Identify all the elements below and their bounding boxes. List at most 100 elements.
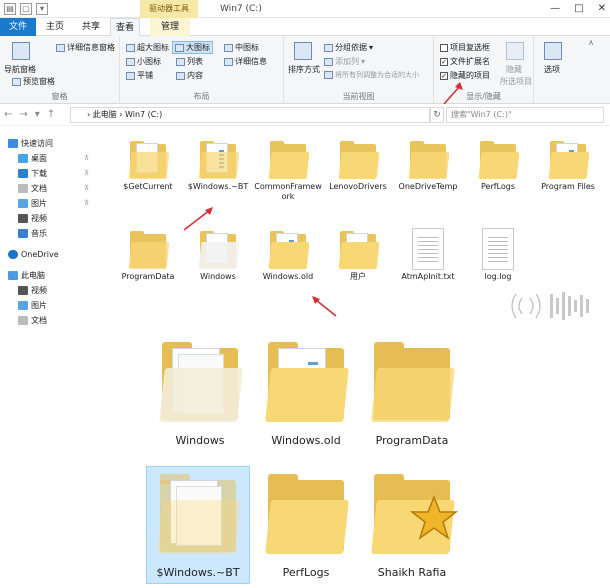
pin-icon: ⊼ xyxy=(84,169,90,177)
sidebar-item-music[interactable]: 音乐 xyxy=(18,226,47,241)
minimize-button[interactable]: — xyxy=(550,0,560,18)
computer-icon xyxy=(8,271,18,280)
zoom-item-selected[interactable]: $Windows.~BT xyxy=(148,474,248,579)
breadcrumb[interactable]: › 此电脑 › Win7 (C:) xyxy=(70,107,430,123)
group-by-button[interactable]: 分组依据 ▾ xyxy=(324,42,373,53)
add-columns-button[interactable]: 添加列 ▾ xyxy=(324,56,365,67)
sidebar-item-pc-pictures[interactable]: 图片 xyxy=(18,298,47,313)
file-item[interactable]: log.log xyxy=(462,228,534,282)
tiles-icon xyxy=(126,71,135,80)
refresh-button[interactable]: ↻ xyxy=(430,107,444,123)
star-icon xyxy=(8,139,18,148)
new-folder-icon[interactable]: ▢ xyxy=(20,3,32,15)
pin-icon: ⊼ xyxy=(84,199,90,207)
sidebar-item-quick-access[interactable]: 快速访问 xyxy=(8,136,53,151)
tiles-option[interactable]: 平铺 xyxy=(126,70,153,81)
sidebar-item-videos[interactable]: 视频 xyxy=(18,211,47,226)
pictures-icon xyxy=(18,301,28,310)
sidebar-item-desktop[interactable]: 桌面 xyxy=(18,151,47,166)
up-button[interactable]: ↑ xyxy=(47,109,55,120)
zoom-item-label: ProgramData xyxy=(375,434,449,447)
sidebar-item-onedrive[interactable]: OneDrive xyxy=(8,247,59,262)
properties-icon[interactable]: ▤ xyxy=(4,3,16,15)
large-icons-option[interactable]: 大图标 xyxy=(172,41,213,54)
file-extensions-checkbox[interactable]: ✓ xyxy=(440,57,448,66)
navigation-pane-icon xyxy=(12,42,30,60)
zoom-item[interactable]: Windows.old xyxy=(256,342,356,447)
log-file-icon xyxy=(482,228,514,270)
file-item[interactable]: LenovoDrivers xyxy=(322,140,394,192)
file-item-label: 用户 xyxy=(350,272,366,281)
sidebar-item-downloads[interactable]: 下载 xyxy=(18,166,47,181)
pin-icon: ⊼ xyxy=(84,184,90,192)
file-item[interactable]: Windows xyxy=(182,230,254,282)
details-pane-button[interactable]: 详细信息窗格 xyxy=(56,42,115,53)
forward-button[interactable]: → xyxy=(19,109,27,120)
qat-dropdown-icon[interactable]: ▾ xyxy=(36,3,48,15)
preview-pane-button[interactable]: 预览窗格 xyxy=(12,76,55,87)
panes-group: 导航窗格 详细信息窗格 预览窗格 窗格 xyxy=(0,36,120,104)
file-item[interactable]: OneDriveTemp xyxy=(392,140,464,192)
small-icons-option[interactable]: 小图标 xyxy=(126,56,161,67)
zoom-item-label: PerfLogs xyxy=(282,566,330,579)
music-icon xyxy=(18,229,28,238)
tab-view[interactable]: 查看 xyxy=(110,18,140,36)
sidebar-item-documents[interactable]: 文档 xyxy=(18,181,47,196)
folder-icon xyxy=(408,140,450,180)
file-item[interactable]: Windows.old xyxy=(252,230,324,282)
extra-large-icons-option[interactable]: 超大图标 xyxy=(126,42,169,53)
file-item[interactable]: $GetCurrent xyxy=(112,140,184,192)
maximize-button[interactable]: □ xyxy=(574,0,583,18)
sidebar-item-pc-documents[interactable]: 文档 xyxy=(18,313,47,328)
folder-icon xyxy=(158,342,243,426)
zoom-item[interactable]: Windows xyxy=(150,342,250,447)
file-item[interactable]: PerfLogs xyxy=(462,140,534,192)
layout-group-label: 布局 xyxy=(193,92,210,101)
hide-button[interactable]: 隐藏 xyxy=(506,64,522,75)
size-all-columns-button[interactable]: 将所有列调整为合适的大小 xyxy=(324,70,419,80)
file-item-label: Program Files xyxy=(541,182,595,191)
tab-share[interactable]: 共享 xyxy=(74,18,108,36)
window-title: Win7 (C:) xyxy=(220,4,262,14)
item-checkboxes-toggle[interactable]: 项目复选框 xyxy=(440,42,490,53)
file-item[interactable]: $Windows.~BT xyxy=(182,140,254,192)
ribbon-collapse-icon[interactable]: ∧ xyxy=(588,38,594,47)
size-columns-icon xyxy=(324,71,333,79)
file-item-label: Windows.old xyxy=(262,272,314,281)
tab-home[interactable]: 主页 xyxy=(38,18,72,36)
options-button[interactable]: 选项 xyxy=(544,64,560,75)
zoom-item-label: Windows.old xyxy=(271,434,341,447)
navigation-pane-button[interactable]: 导航窗格 xyxy=(4,64,36,75)
tab-manage[interactable]: 管理 xyxy=(150,18,190,36)
file-extensions-toggle[interactable]: ✓ 文件扩展名 xyxy=(440,56,490,67)
medium-icons-option[interactable]: 中图标 xyxy=(224,42,259,53)
recent-locations-icon[interactable]: ▾ xyxy=(35,109,40,120)
back-button[interactable]: ← xyxy=(4,109,12,120)
file-item[interactable]: 用户 xyxy=(322,230,394,282)
file-item[interactable]: ProgramData xyxy=(112,230,184,282)
folder-icon xyxy=(156,474,241,558)
sidebar-item-pictures[interactable]: 图片 xyxy=(18,196,47,211)
file-item[interactable]: CommonFramework xyxy=(252,140,324,202)
sort-by-button[interactable]: 排序方式 xyxy=(288,64,320,75)
folder-icon xyxy=(128,230,170,270)
drive-tools-context-tab[interactable]: 驱动器工具 xyxy=(140,0,198,18)
medium-icons-icon xyxy=(224,43,233,52)
sidebar-item-pc-videos[interactable]: 视频 xyxy=(18,283,47,298)
content-option[interactable]: 内容 xyxy=(176,70,203,81)
search-input[interactable]: 搜索"Win7 (C:)" xyxy=(446,107,604,123)
small-icons-icon xyxy=(126,57,135,66)
close-button[interactable]: ✕ xyxy=(598,0,606,18)
zoom-item[interactable]: Shaikh Rafia xyxy=(362,474,462,579)
details-option[interactable]: 详细信息 xyxy=(224,56,267,67)
list-option[interactable]: 列表 xyxy=(176,56,203,67)
zoom-item[interactable]: ProgramData xyxy=(362,342,462,447)
sidebar-item-this-pc[interactable]: 此电脑 xyxy=(8,268,45,283)
item-checkboxes-checkbox[interactable] xyxy=(440,43,448,52)
zoom-item[interactable]: PerfLogs xyxy=(256,474,356,579)
hidden-items-checkbox[interactable]: ✓ xyxy=(440,71,448,80)
file-item[interactable]: AtmApInit.txt xyxy=(392,228,464,282)
file-item[interactable]: Program Files xyxy=(532,140,604,192)
tab-file[interactable]: 文件 xyxy=(0,18,36,36)
zoom-item-label: Windows xyxy=(175,434,225,447)
